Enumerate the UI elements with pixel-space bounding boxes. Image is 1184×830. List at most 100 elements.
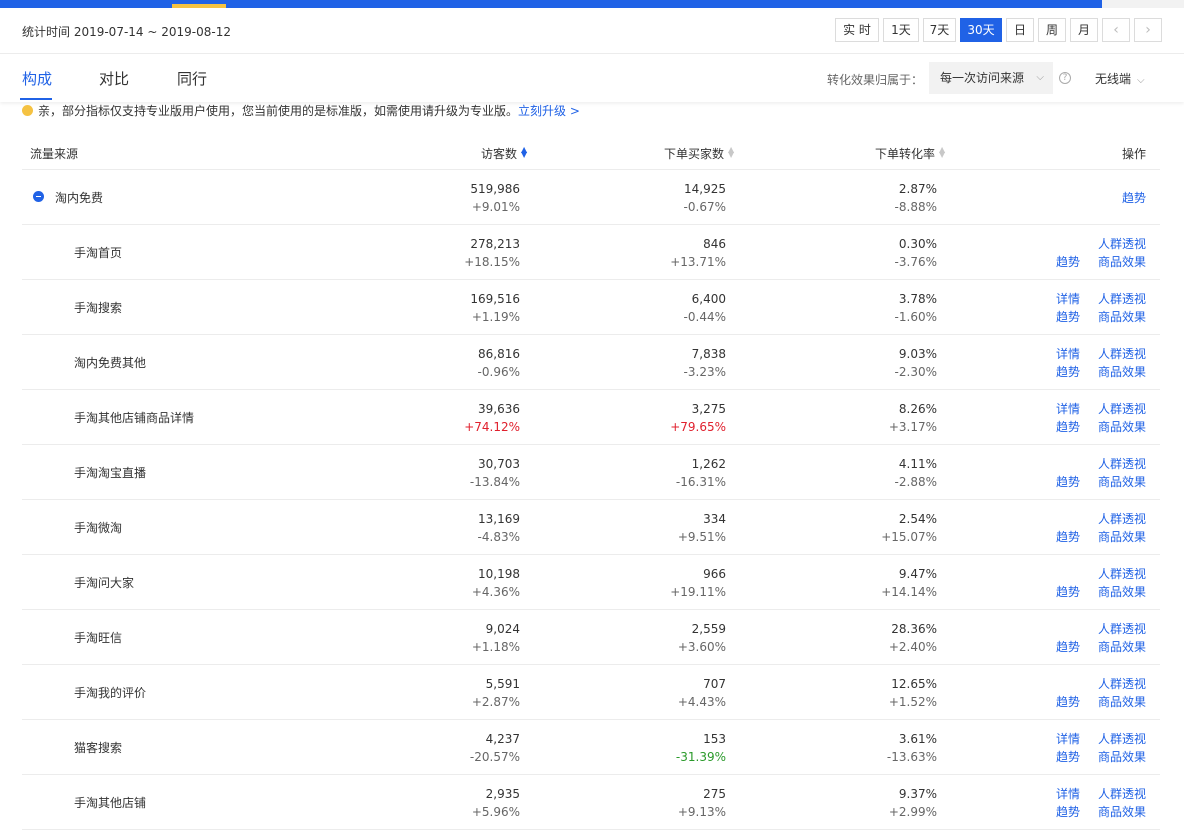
period-realtime-button[interactable]: 实 时 xyxy=(835,18,879,42)
visitors-cell: 169,516 +1.19% xyxy=(400,290,520,326)
tab-composition[interactable]: 构成 xyxy=(22,68,52,89)
crowd-insight-link[interactable]: 人群透视 xyxy=(1098,675,1146,693)
goods-effect-link[interactable]: 商品效果 xyxy=(1098,528,1146,546)
trend-link[interactable]: 趋势 xyxy=(1056,748,1080,766)
trend-link[interactable]: 趋势 xyxy=(1056,418,1080,436)
buyers-cell: 275 +9.13% xyxy=(606,785,726,821)
crowd-insight-link[interactable]: 人群透视 xyxy=(1098,730,1146,748)
detail-link[interactable]: 详情 xyxy=(1056,785,1080,803)
crowd-insight-link[interactable]: 人群透视 xyxy=(1098,290,1146,308)
buyers-value: 846 xyxy=(703,237,726,251)
goods-effect-link[interactable]: 商品效果 xyxy=(1098,583,1146,601)
crowd-insight-link[interactable]: 人群透视 xyxy=(1098,620,1146,638)
visitors-change: +4.36% xyxy=(471,585,520,599)
goods-effect-link[interactable]: 商品效果 xyxy=(1098,253,1146,271)
rate-value: 9.03% xyxy=(898,347,937,361)
tab-peers[interactable]: 同行 xyxy=(177,68,207,89)
goods-effect-link[interactable]: 商品效果 xyxy=(1098,363,1146,381)
goods-effect-link[interactable]: 商品效果 xyxy=(1098,693,1146,711)
source-name: 手淘旺信 xyxy=(74,631,123,645)
header-visitors[interactable]: 访客数 ▲ ▼ xyxy=(481,145,527,162)
attribution-label: 转化效果归属于： xyxy=(827,73,924,87)
rate-value: 3.78% xyxy=(898,292,937,306)
trend-link[interactable]: 趋势 xyxy=(1056,803,1080,821)
rate-value: 8.26% xyxy=(898,402,937,416)
period-30day-button[interactable]: 30天 xyxy=(960,18,1002,42)
tab-bar: 构成 对比 同行 转化效果归属于： 每一次访问来源 ⌵ ? 无线端 ⌵ xyxy=(0,54,1184,102)
tab-compare[interactable]: 对比 xyxy=(99,68,129,89)
crowd-insight-link[interactable]: 人群透视 xyxy=(1098,235,1146,253)
rate-value: 2.54% xyxy=(898,512,937,526)
crowd-insight-link[interactable]: 人群透视 xyxy=(1098,345,1146,363)
trend-link[interactable]: 趋势 xyxy=(1122,189,1146,207)
buyers-value: 7,838 xyxy=(691,347,726,361)
rate-value: 4.11% xyxy=(898,457,937,471)
source-name: 淘内免费 xyxy=(55,191,104,205)
prev-period-icon[interactable]: ‹ xyxy=(1102,18,1130,42)
ops-cell: 详情 人群透视 趋势 商品效果 xyxy=(1006,345,1146,381)
visitors-value: 30,703 xyxy=(478,457,520,471)
trend-link[interactable]: 趋势 xyxy=(1056,528,1080,546)
buyers-value: 707 xyxy=(703,677,726,691)
period-month-button[interactable]: 月 xyxy=(1070,18,1098,42)
buyers-value: 966 xyxy=(703,567,726,581)
visitors-change: +1.18% xyxy=(471,640,520,654)
child-rows: 手淘首页 278,213 +18.15% 846 +13.71% 0.30% -3.76% 人… xyxy=(22,225,1160,830)
attribution-value: 每一次访问来源 xyxy=(940,71,1025,85)
visitors-cell: 2,935 +5.96% xyxy=(400,785,520,821)
header-ops: 操作 xyxy=(1122,147,1147,161)
trend-link[interactable]: 趋势 xyxy=(1056,693,1080,711)
trend-link[interactable]: 趋势 xyxy=(1056,638,1080,656)
trend-link[interactable]: 趋势 xyxy=(1056,308,1080,326)
trend-link[interactable]: 趋势 xyxy=(1056,253,1080,271)
visitors-change: +5.96% xyxy=(471,805,520,819)
buyers-cell: 153 -31.39% xyxy=(606,730,726,766)
trend-link[interactable]: 趋势 xyxy=(1056,473,1080,491)
visitors-value: 13,169 xyxy=(478,512,520,526)
visitors-value: 278,213 xyxy=(470,237,520,251)
rate-value: 28.36% xyxy=(891,622,937,636)
goods-effect-link[interactable]: 商品效果 xyxy=(1098,418,1146,436)
buyers-value: 2,559 xyxy=(691,622,726,636)
upgrade-link[interactable]: 立刻升级 > xyxy=(518,104,580,118)
detail-link[interactable]: 详情 xyxy=(1056,730,1080,748)
visitors-change: -4.83% xyxy=(477,530,520,544)
detail-link[interactable]: 详情 xyxy=(1056,290,1080,308)
crowd-insight-link[interactable]: 人群透视 xyxy=(1098,455,1146,473)
rate-change: +1.52% xyxy=(888,695,937,709)
device-select[interactable]: 无线端 ⌵ xyxy=(1095,70,1145,87)
help-icon[interactable]: ? xyxy=(1059,72,1071,84)
goods-effect-link[interactable]: 商品效果 xyxy=(1098,308,1146,326)
collapse-icon[interactable] xyxy=(33,191,44,202)
rate-change: -1.60% xyxy=(894,310,937,324)
crowd-insight-link[interactable]: 人群透视 xyxy=(1098,510,1146,528)
crowd-insight-link[interactable]: 人群透视 xyxy=(1098,400,1146,418)
goods-effect-link[interactable]: 商品效果 xyxy=(1098,748,1146,766)
header-buyers[interactable]: 下单买家数 ▲ ▼ xyxy=(664,145,734,162)
period-day-button[interactable]: 日 xyxy=(1006,18,1034,42)
rate-value: 0.30% xyxy=(898,237,937,251)
visitors-change: -0.96% xyxy=(477,365,520,379)
crowd-insight-link[interactable]: 人群透视 xyxy=(1098,785,1146,803)
attribution-select[interactable]: 每一次访问来源 ⌵ xyxy=(929,62,1053,94)
header-rate[interactable]: 下单转化率 ▲ ▼ xyxy=(875,145,945,162)
buyers-change: +79.65% xyxy=(670,420,726,434)
buyers-cell: 846 +13.71% xyxy=(606,235,726,271)
rate-cell: 2.87% -8.88% xyxy=(817,180,937,216)
buyers-cell: 3,275 +79.65% xyxy=(606,400,726,436)
goods-effect-link[interactable]: 商品效果 xyxy=(1098,803,1146,821)
top-accent-blue xyxy=(0,0,1102,8)
period-week-button[interactable]: 周 xyxy=(1038,18,1066,42)
next-period-icon[interactable]: › xyxy=(1134,18,1162,42)
table-header: 流量来源 访客数 ▲ ▼ 下单买家数 ▲ ▼ 下单转化率 ▲ ▼ 操作 xyxy=(22,134,1160,170)
source-name: 手淘首页 xyxy=(74,246,123,260)
detail-link[interactable]: 详情 xyxy=(1056,400,1080,418)
trend-link[interactable]: 趋势 xyxy=(1056,583,1080,601)
trend-link[interactable]: 趋势 xyxy=(1056,363,1080,381)
period-7day-button[interactable]: 7天 xyxy=(923,18,956,42)
detail-link[interactable]: 详情 xyxy=(1056,345,1080,363)
goods-effect-link[interactable]: 商品效果 xyxy=(1098,638,1146,656)
crowd-insight-link[interactable]: 人群透视 xyxy=(1098,565,1146,583)
period-1day-button[interactable]: 1天 xyxy=(883,18,919,42)
goods-effect-link[interactable]: 商品效果 xyxy=(1098,473,1146,491)
